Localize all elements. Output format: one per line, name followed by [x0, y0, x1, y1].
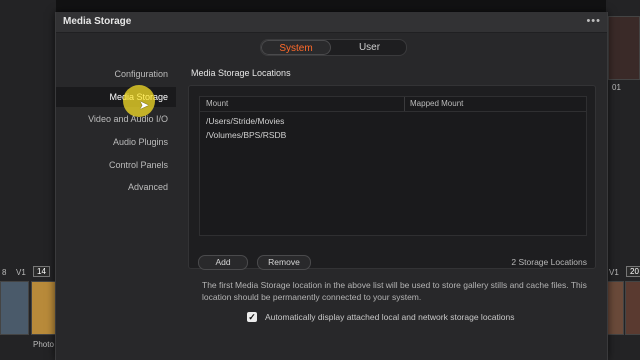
background-caption: Photo [33, 340, 54, 349]
info-text: The first Media Storage location in the … [202, 280, 587, 302]
clip-thumbnail[interactable] [607, 281, 624, 335]
clip-thumbnail[interactable] [31, 281, 57, 335]
sidebar-item-audio-plugins[interactable]: Audio Plugins [56, 132, 176, 152]
sidebar-item-advanced[interactable]: Advanced [56, 177, 176, 197]
viewer-thumbnail[interactable] [608, 16, 640, 80]
background-right-panel: 01 V1 20 [606, 0, 640, 360]
auto-display-checkbox[interactable]: ✓ [247, 312, 257, 322]
column-divider[interactable] [404, 97, 405, 111]
storage-locations-panel: Mount Mapped Mount /Users/Stride/Movies … [188, 85, 596, 269]
media-storage-dialog: Media Storage ••• System User Configurat… [55, 12, 608, 360]
sidebar-item-media-storage[interactable]: Media Storage [56, 87, 176, 107]
more-horizontal-icon[interactable]: ••• [586, 15, 601, 27]
background-badge: 01 [612, 83, 621, 92]
clip-thumbnail[interactable] [0, 281, 29, 335]
tab-user[interactable]: User [333, 40, 406, 55]
section-title: Media Storage Locations [191, 68, 291, 78]
remove-button[interactable]: Remove [257, 255, 311, 270]
mount-path: /Volumes/BPS/RSDB [206, 130, 287, 140]
check-icon: ✓ [248, 312, 256, 322]
background-badge: 14 [33, 266, 50, 277]
column-header-mapped-mount[interactable]: Mapped Mount [410, 99, 463, 108]
column-header-mount[interactable]: Mount [206, 99, 228, 108]
add-button[interactable]: Add [198, 255, 248, 270]
background-track-label: V1 [609, 268, 619, 277]
background-track-label: V1 [16, 268, 26, 277]
sidebar-item-configuration[interactable]: Configuration [56, 64, 176, 84]
clip-thumbnail[interactable] [625, 281, 640, 335]
tab-system[interactable]: System [261, 40, 331, 55]
dialog-title: Media Storage [63, 16, 132, 27]
storage-location-count: 2 Storage Locations [511, 257, 587, 267]
table-row[interactable]: /Users/Stride/Movies [200, 114, 586, 128]
dialog-titlebar: Media Storage ••• [56, 12, 607, 33]
background-left-panel: 8 V1 14 Photo [0, 0, 57, 360]
sidebar-item-video-audio-io[interactable]: Video and Audio I/O [56, 109, 176, 129]
auto-display-label[interactable]: Automatically display attached local and… [265, 312, 514, 322]
table-header: Mount Mapped Mount [200, 97, 586, 112]
table-row[interactable]: /Volumes/BPS/RSDB [200, 128, 586, 142]
background-badge: 20 [626, 266, 640, 277]
sidebar-item-control-panels[interactable]: Control Panels [56, 155, 176, 175]
background-badge: 8 [2, 268, 7, 277]
mount-path: /Users/Stride/Movies [206, 116, 285, 126]
mouse-pointer-icon: ➤ [139, 98, 150, 112]
system-user-toggle: System User [260, 39, 407, 56]
storage-locations-table: Mount Mapped Mount /Users/Stride/Movies … [199, 96, 587, 236]
